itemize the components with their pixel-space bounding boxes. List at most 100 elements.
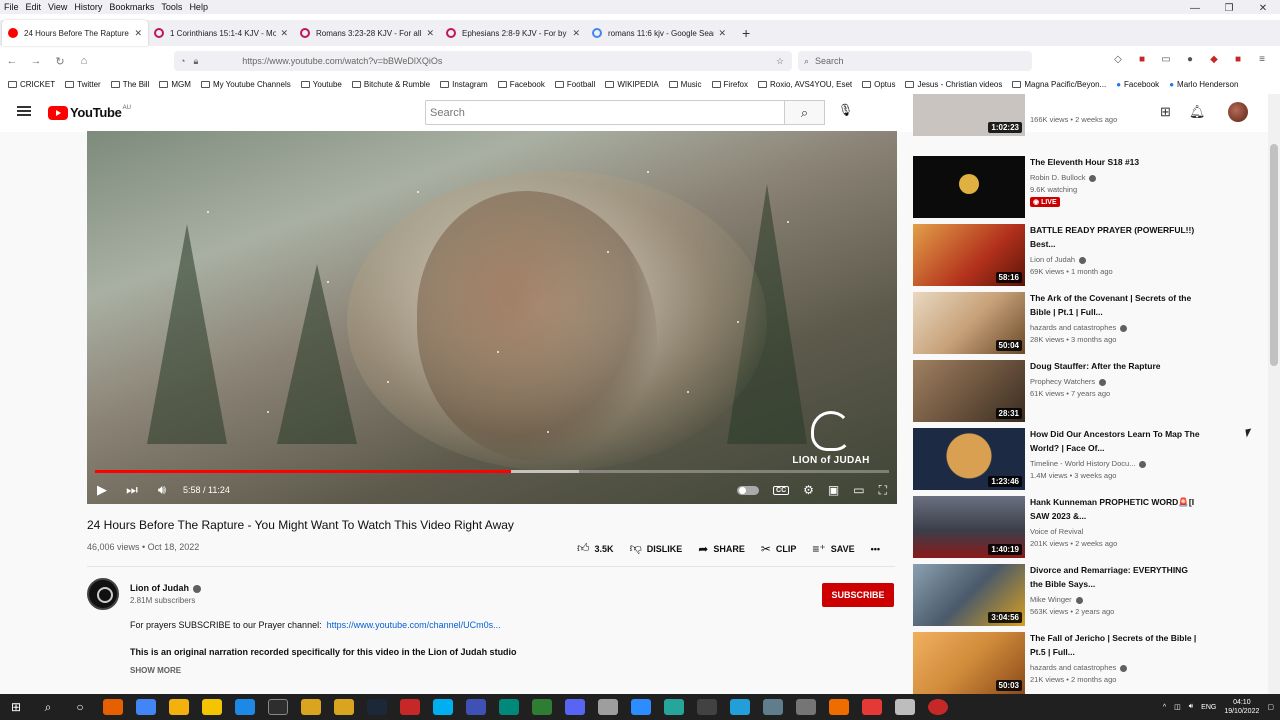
zoom-icon[interactable]	[630, 699, 651, 715]
lock-icon[interactable]: 🔒︎	[193, 56, 198, 67]
audition-icon[interactable]	[531, 699, 552, 715]
next-icon[interactable]: ⏭︎	[117, 482, 147, 498]
recommended-video[interactable]: 50:03 The Fall of Jericho | Secrets of t…	[913, 632, 1253, 694]
recommended-video[interactable]: 58:16 BATTLE READY PRAYER (POWERFUL!!) B…	[913, 224, 1253, 288]
extension-icon[interactable]: ◆	[1206, 52, 1222, 68]
reader-icon[interactable]: ▭	[1158, 52, 1174, 68]
recommended-video[interactable]: The Eleventh Hour S18 #13 Robin D. Bullo…	[913, 156, 1253, 220]
theater-mode-icon[interactable]: ▭	[853, 483, 864, 497]
app-icon[interactable]	[267, 699, 288, 715]
subscribe-button[interactable]: SUBSCRIBE	[822, 583, 894, 607]
menu-tools[interactable]: Tools	[161, 2, 182, 12]
restore-button[interactable]: ❐	[1212, 0, 1246, 18]
video-player[interactable]: LION of JUDAH ▶ ⏭︎ 🔊︎ 5:58 / 11:24 CC ⚙ …	[87, 131, 897, 504]
recommended-video[interactable]: 50:04 The Ark of the Covenant | Secrets …	[913, 292, 1253, 356]
forward-icon[interactable]: →	[24, 55, 48, 67]
app-icon[interactable]	[234, 699, 255, 715]
reload-icon[interactable]: ↻	[48, 55, 72, 68]
video-thumbnail[interactable]: 50:04	[913, 292, 1025, 354]
bookmark-item[interactable]: ● Marlo Henderson	[1169, 80, 1238, 89]
captions-icon[interactable]: CC	[773, 485, 790, 495]
video-thumbnail[interactable]: 28:31	[913, 360, 1025, 422]
menu-edit[interactable]: Edit	[26, 2, 42, 12]
skype-icon[interactable]	[432, 699, 453, 715]
bookmark-item[interactable]: Facebook	[497, 80, 545, 89]
save-button[interactable]: ≡⁺ SAVE	[812, 542, 854, 556]
dislike-button[interactable]: 👎︎ DISLIKE	[630, 541, 683, 556]
bookmark-item[interactable]: Roxio, AVS4YOU, Eset	[758, 80, 852, 89]
bookmark-item[interactable]: The Bill	[110, 80, 149, 89]
tray-chevron-icon[interactable]: ^	[1163, 704, 1166, 711]
video-thumbnail[interactable]: 50:03	[913, 632, 1025, 694]
channel-link[interactable]: https://www.youtube.com/channel/UCm0s...	[327, 620, 501, 630]
play-icon[interactable]: ▶	[87, 482, 117, 498]
video-thumbnail[interactable]: 58:16	[913, 224, 1025, 286]
firefox-icon[interactable]	[102, 699, 123, 715]
app-icon[interactable]	[300, 699, 321, 715]
task-view-icon[interactable]: ○	[64, 700, 96, 714]
menu-bookmarks[interactable]: Bookmarks	[109, 2, 154, 12]
autoplay-toggle[interactable]	[737, 485, 760, 495]
menu-history[interactable]: History	[74, 2, 102, 12]
bookmark-item[interactable]: CRICKET	[8, 80, 55, 89]
network-icon[interactable]: ◫	[1174, 703, 1181, 711]
show-more-button[interactable]: SHOW MORE	[130, 666, 181, 675]
recommended-video[interactable]: 1:23:46 How Did Our Ancestors Learn To M…	[913, 428, 1253, 492]
fullscreen-icon[interactable]: ⛶	[879, 483, 887, 498]
app-icon[interactable]	[762, 699, 783, 715]
file-explorer-icon[interactable]	[201, 699, 222, 715]
bookmark-item[interactable]: Firefox	[711, 80, 748, 89]
chrome-icon[interactable]	[135, 699, 156, 715]
app-icon[interactable]	[168, 699, 189, 715]
bookmark-item[interactable]: Youtube	[300, 80, 342, 89]
gmail-icon[interactable]	[399, 699, 420, 715]
discord-icon[interactable]	[564, 699, 585, 715]
app-icon[interactable]	[861, 699, 882, 715]
close-tab-icon[interactable]: ✕	[134, 28, 142, 39]
browser-tab[interactable]: 24 Hours Before The Rapture - Yo ✕	[2, 20, 148, 46]
menu-icon[interactable]: ≡	[1254, 52, 1270, 68]
microphone-icon[interactable]: 🎙︎	[838, 103, 853, 117]
clock[interactable]: 04:10 19/10/2022	[1224, 698, 1259, 716]
recommended-video[interactable]: 3:04:56 Divorce and Remarriage: EVERYTHI…	[913, 564, 1253, 628]
bookmark-item[interactable]: Twitter	[65, 80, 101, 89]
bookmark-item[interactable]: WIKIPEDIA	[605, 80, 659, 89]
close-tab-icon[interactable]: ✕	[280, 28, 288, 39]
notifications-icon[interactable]: ▢	[1267, 703, 1274, 711]
windows-start-icon[interactable]: ⊞	[0, 700, 32, 714]
close-tab-icon[interactable]: ✕	[426, 28, 434, 39]
close-window-button[interactable]: ✕	[1246, 0, 1280, 18]
url-bar[interactable]: ◔ 🔒︎ https://www.youtube.com/watch?v=bBW…	[174, 51, 792, 71]
edge-icon[interactable]	[498, 699, 519, 715]
shield-icon[interactable]: ◔	[180, 56, 185, 66]
clip-button[interactable]: ✂ CLIP	[761, 542, 797, 556]
volume-icon[interactable]: 🔊︎	[1189, 703, 1193, 711]
recommended-video[interactable]: 1:02:23 166K views • 2 weeks ago	[913, 94, 1253, 138]
browser-tab[interactable]: Romans 3:23-28 KJV - For all ha ✕	[294, 20, 440, 46]
menu-view[interactable]: View	[48, 2, 67, 12]
back-icon[interactable]: ←	[0, 55, 24, 67]
menu-help[interactable]: Help	[189, 2, 208, 12]
video-thumbnail[interactable]: 1:23:46	[913, 428, 1025, 490]
volume-icon[interactable]: 🔊︎	[147, 482, 177, 498]
bookmark-item[interactable]: ● Facebook	[1116, 80, 1159, 89]
bookmark-item[interactable]: Instagram	[440, 80, 488, 89]
home-icon[interactable]: ⌂	[72, 55, 96, 67]
app-icon[interactable]	[828, 699, 849, 715]
page-scrollbar[interactable]	[1268, 94, 1280, 694]
steam-icon[interactable]	[366, 699, 387, 715]
minimize-button[interactable]: —	[1178, 0, 1212, 18]
search-icon[interactable]: ⌕	[32, 700, 64, 715]
bookmark-star-icon[interactable]: ☆	[776, 56, 784, 67]
bookmark-item[interactable]: Optus	[862, 80, 895, 89]
app-icon[interactable]	[465, 699, 486, 715]
like-button[interactable]: 👍︎ 3.5K	[577, 541, 614, 556]
more-actions-button[interactable]: •••	[871, 544, 880, 554]
new-tab-button[interactable]: +	[732, 20, 760, 46]
youtube-search-button[interactable]: ⌕	[785, 100, 825, 125]
bookmark-item[interactable]: Music	[668, 80, 702, 89]
bookmark-item[interactable]: My Youtube Channels	[200, 80, 291, 89]
bookmark-item[interactable]: Bitchute & Rumble	[351, 80, 430, 89]
recommended-video[interactable]: 1:40:19 Hank Kunneman PROPHETIC WORD🚨[I …	[913, 496, 1253, 560]
channel-name[interactable]: Lion of Judah	[130, 583, 201, 593]
